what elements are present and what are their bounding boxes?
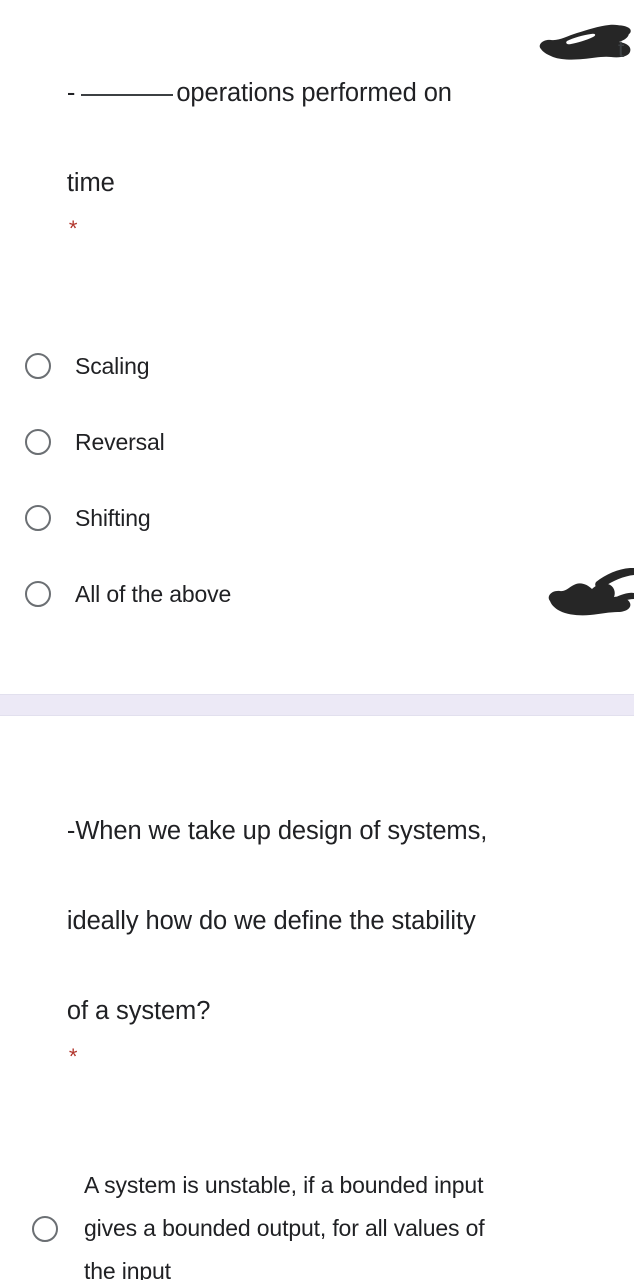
- question-1-text-line2: time: [66, 169, 115, 197]
- quiz-form-page: - operations performed on time * Scaling …: [0, 0, 634, 1280]
- question-1-prefix: -: [66, 79, 76, 107]
- radio-button-icon[interactable]: [32, 1215, 58, 1242]
- option-line: A system is unstable, if a bounded input: [84, 1172, 484, 1198]
- question-1-required-marker: *: [68, 216, 78, 241]
- option-row[interactable]: A system is unstable, if a bounded input…: [0, 1164, 634, 1280]
- question-2-options: A system is unstable, if a bounded input…: [0, 1164, 634, 1280]
- question-1-options: Scaling Reversal Shifting All of the abo…: [0, 328, 634, 632]
- radio-button-icon[interactable]: [25, 429, 51, 455]
- option-label: Reversal: [75, 429, 165, 455]
- radio-button-icon[interactable]: [25, 353, 51, 379]
- option-line: the input: [84, 1258, 171, 1280]
- option-label: A system is unstable, if a bounded input…: [58, 1164, 485, 1280]
- section-separator: [0, 694, 634, 716]
- option-row[interactable]: Shifting: [0, 480, 634, 556]
- question-2-text-line1: -When we take up design of systems,: [66, 817, 488, 845]
- question-1-title: - operations performed on time *: [0, 26, 634, 296]
- option-row[interactable]: Reversal: [0, 404, 634, 480]
- question-2-title: -When we take up design of systems, idea…: [0, 764, 634, 1124]
- question-2-text-line2: ideally how do we define the stability: [66, 907, 476, 935]
- option-row[interactable]: Scaling: [0, 328, 634, 404]
- question-2-text-line3: of a system?: [66, 997, 211, 1025]
- question-block-2: -When we take up design of systems, idea…: [0, 764, 634, 1280]
- option-label: Scaling: [75, 353, 150, 379]
- radio-button-icon[interactable]: [25, 505, 51, 531]
- clipped-text-fragment: t: [618, 36, 625, 62]
- option-label: Shifting: [75, 505, 151, 531]
- option-line: gives a bounded output, for all values o…: [84, 1215, 485, 1241]
- option-row[interactable]: All of the above: [0, 556, 634, 632]
- question-2-required-marker: *: [68, 1044, 78, 1069]
- option-label: All of the above: [75, 581, 232, 607]
- question-1-text: operations performed on: [176, 79, 452, 107]
- question-1-blank: [81, 94, 174, 96]
- radio-button-icon[interactable]: [25, 581, 51, 607]
- question-block-1: - operations performed on time * Scaling …: [0, 0, 634, 632]
